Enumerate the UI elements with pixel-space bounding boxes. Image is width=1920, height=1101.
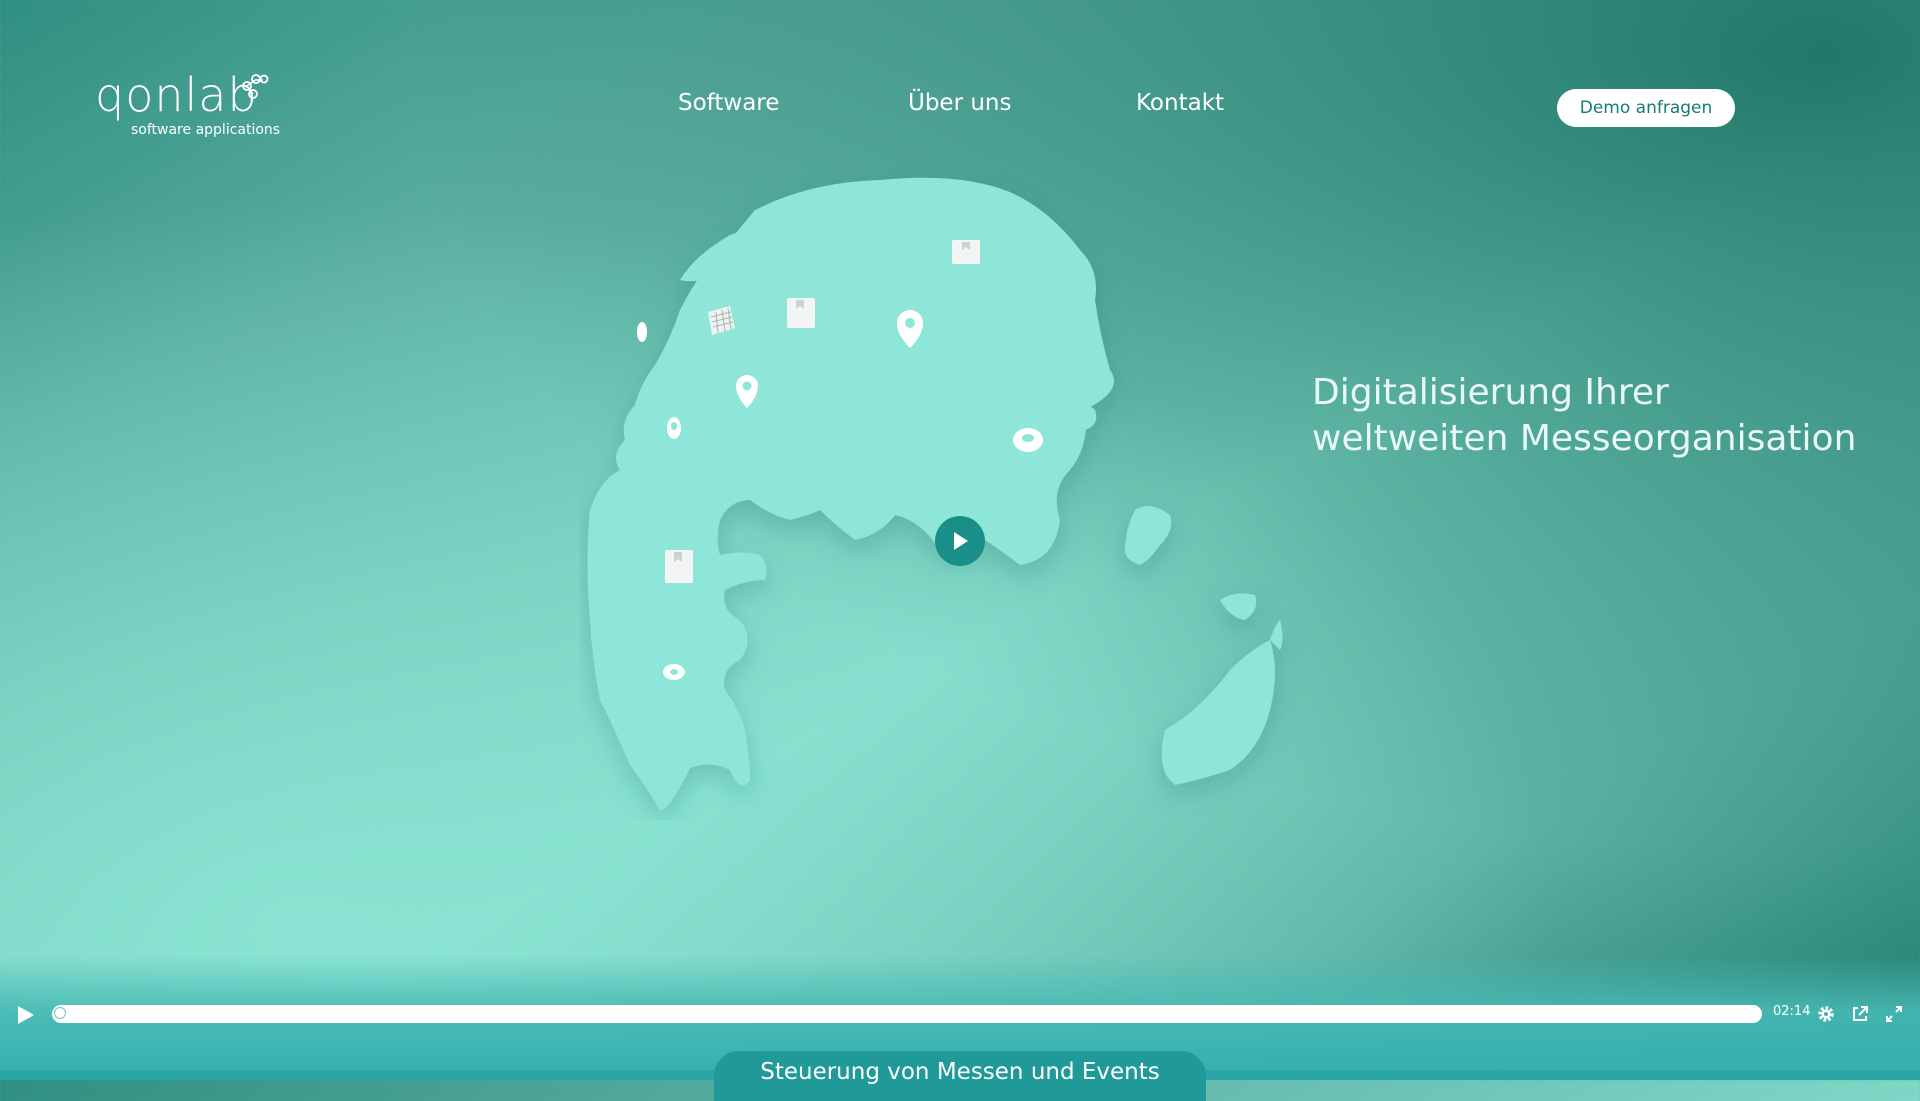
bookmark-card-icon — [665, 550, 693, 583]
settings-gear-icon[interactable] — [1816, 1004, 1836, 1024]
bookmark-card-icon — [787, 298, 815, 328]
nav-ueber-uns[interactable]: Über uns — [908, 90, 1012, 116]
video-progress-bar[interactable] — [52, 1005, 1762, 1023]
headline-line-2: weltweiten Messeorganisation — [1312, 418, 1857, 459]
external-link-icon[interactable] — [1850, 1004, 1870, 1024]
nav-software[interactable]: Software — [678, 90, 779, 116]
location-pin-icon — [637, 322, 647, 342]
location-pin-icon — [1013, 428, 1043, 452]
globe-illustration — [587, 177, 1283, 810]
location-pin-icon — [663, 664, 685, 680]
controls-play-icon[interactable] — [14, 1004, 36, 1026]
location-pin-icon — [667, 417, 681, 439]
video-duration: 02:14 — [1773, 1004, 1811, 1019]
logo-subtitle: software applications — [131, 122, 281, 138]
nav-kontakt[interactable]: Kontakt — [1136, 90, 1224, 116]
bookmark-card-icon — [952, 240, 980, 264]
fullscreen-icon[interactable] — [1884, 1004, 1904, 1024]
headline-line-1: Digitalisierung Ihrer — [1312, 372, 1669, 413]
video-play-button[interactable] — [935, 516, 985, 566]
progress-handle[interactable] — [54, 1007, 66, 1019]
hero-headline: Digitalisierung Ihrer weltweiten Messeor… — [1312, 370, 1856, 462]
play-icon — [954, 532, 968, 550]
demo-request-button[interactable]: Demo anfragen — [1557, 89, 1735, 127]
section-tab[interactable]: Steuerung von Messen und Events — [714, 1051, 1206, 1101]
